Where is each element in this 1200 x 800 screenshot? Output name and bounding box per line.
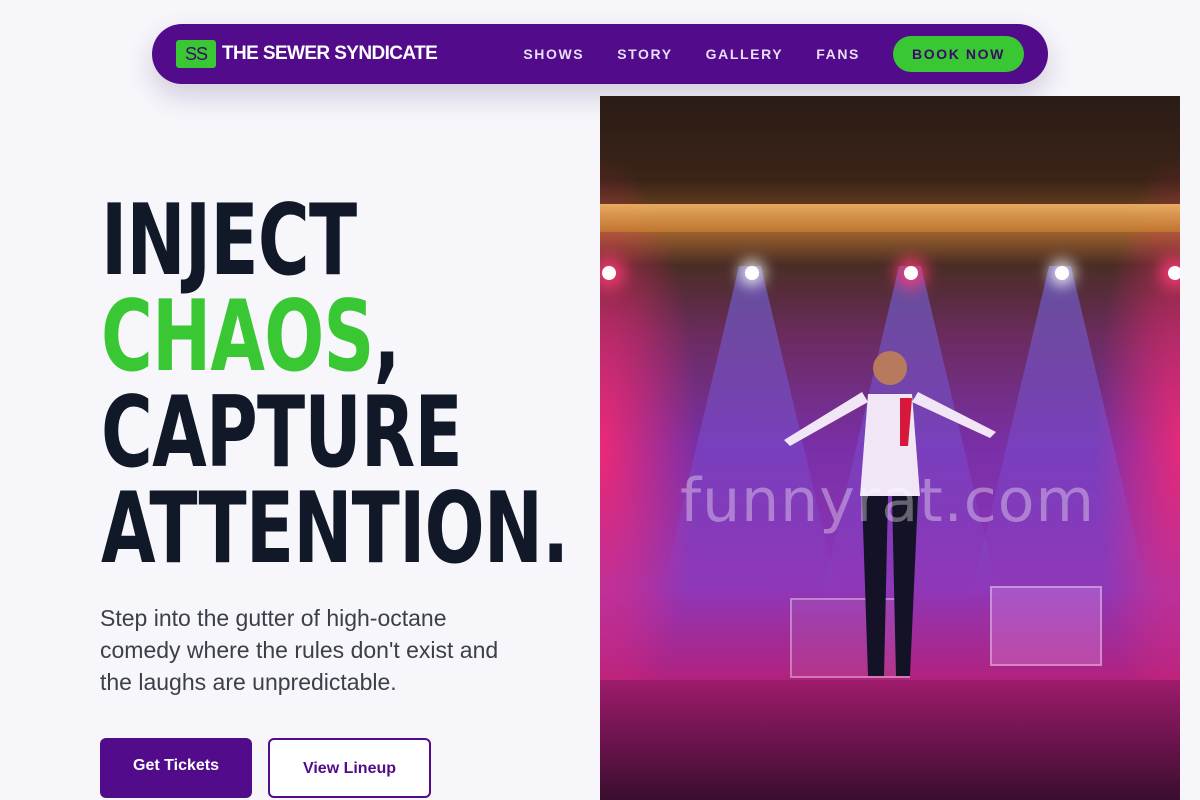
book-now-button[interactable]: BOOK NOW xyxy=(893,36,1024,72)
nav-link-story[interactable]: STORY xyxy=(617,46,672,62)
stage-light-icon xyxy=(745,266,759,280)
hero-description: Step into the gutter of high-octane come… xyxy=(100,605,499,695)
brand-name: THE SEWER SYNDICATE xyxy=(222,43,438,64)
stage-light-icon xyxy=(1168,266,1180,280)
stage-floor xyxy=(600,680,1180,800)
nav-links: SHOWS STORY GALLERY FANS xyxy=(523,46,860,62)
get-tickets-button[interactable]: Get Tickets xyxy=(100,738,252,798)
stage-light-icon xyxy=(1055,266,1069,280)
stage-light-icon xyxy=(904,266,918,280)
headline-line-4: ATTENTION. xyxy=(101,472,569,586)
view-lineup-button[interactable]: View Lineup xyxy=(268,738,431,798)
logo-mark-icon: SS xyxy=(176,40,216,68)
stage-light-icon xyxy=(602,266,616,280)
top-navigation: SS THE SEWER SYNDICATE SHOWS STORY GALLE… xyxy=(152,24,1048,84)
nav-link-fans[interactable]: FANS xyxy=(816,46,860,62)
headline-line-2: CHAOS, xyxy=(101,288,568,386)
headline-line-1: INJECT xyxy=(101,184,357,298)
lighting-rail xyxy=(600,204,1180,232)
hero-headline: INJECT CHAOS, CAPTURE ATTENTION. xyxy=(101,184,569,586)
image-watermark: funnyrat.com xyxy=(680,466,1095,536)
brand[interactable]: SS THE SEWER SYNDICATE xyxy=(176,40,438,68)
hero-stage-photo: funnyrat.com xyxy=(600,96,1180,800)
nav-link-shows[interactable]: SHOWS xyxy=(523,46,584,62)
nav-link-gallery[interactable]: GALLERY xyxy=(706,46,784,62)
headline-line-3: CAPTURE xyxy=(101,376,463,490)
